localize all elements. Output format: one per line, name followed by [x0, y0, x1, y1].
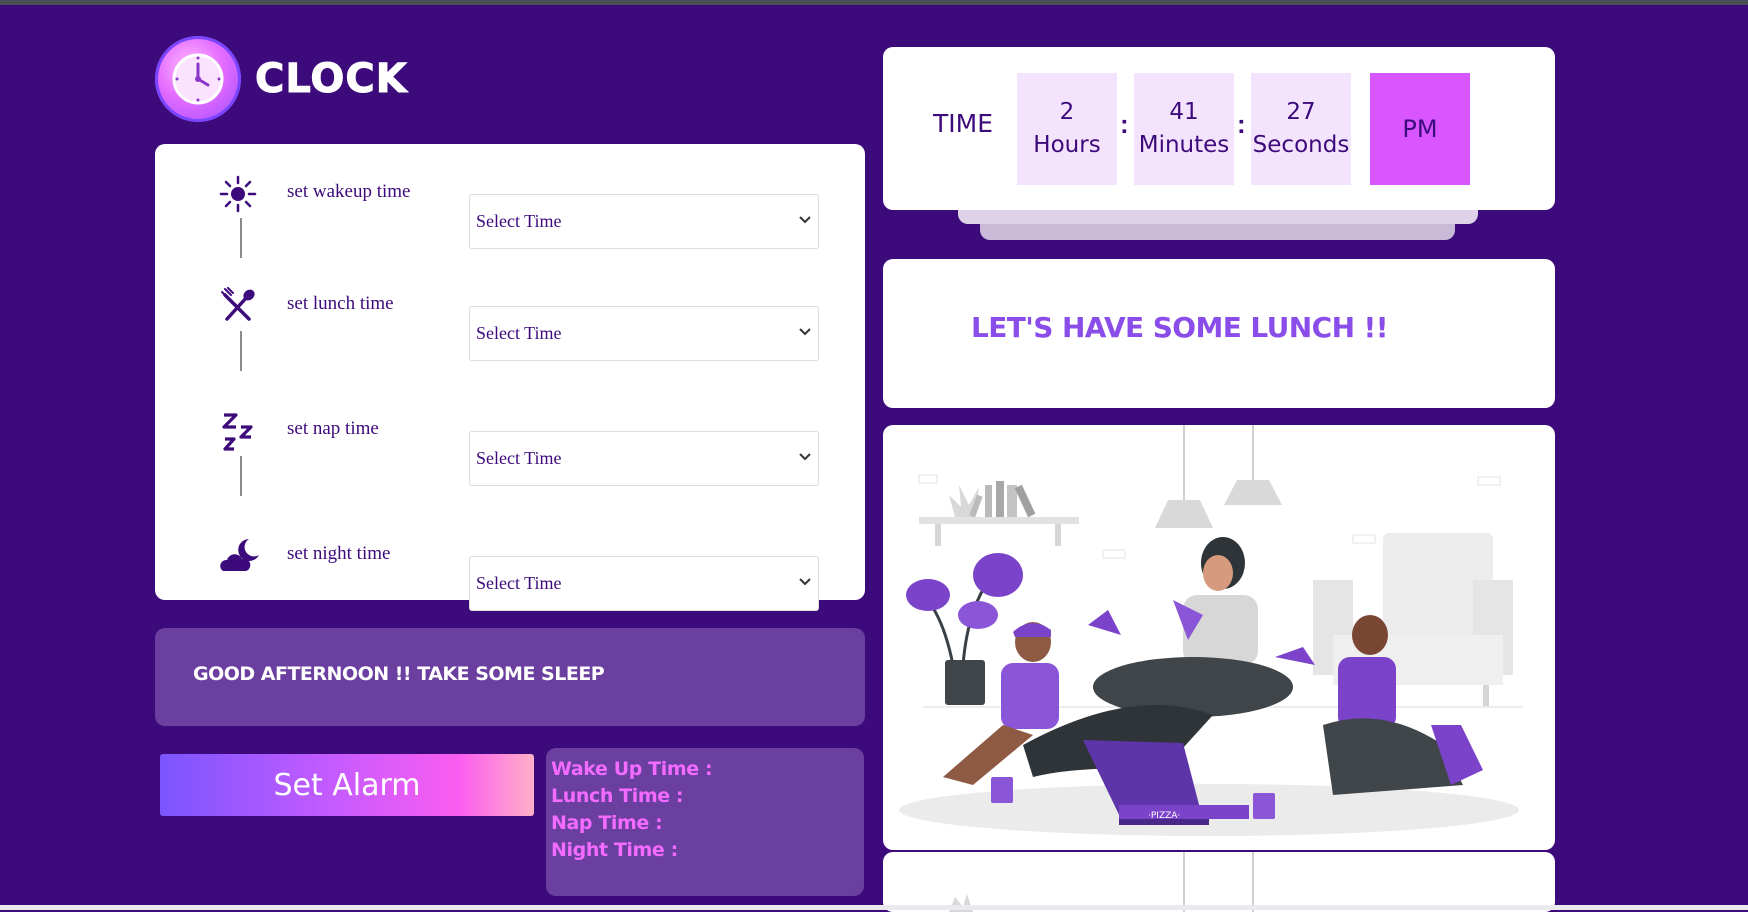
- nap-time-select[interactable]: Select Time: [469, 431, 819, 486]
- seconds-value: 27: [1286, 99, 1316, 125]
- ampm-box: PM: [1370, 73, 1470, 185]
- night-label: set night time: [287, 543, 391, 564]
- greeting-message-card: GOOD AFTERNOON !! TAKE SOME SLEEP: [155, 628, 865, 726]
- time-card: TIME 2 Hours : 41 Minutes : 27 Seconds P…: [883, 47, 1555, 210]
- timeline-connector: [240, 218, 242, 258]
- greeting-message-text: GOOD AFTERNOON !! TAKE SOME SLEEP: [193, 663, 605, 685]
- app-logo: CLOCK: [155, 36, 408, 122]
- minutes-box: 41 Minutes: [1134, 73, 1234, 185]
- lunch-row: set lunch time Select Time: [155, 281, 865, 361]
- chevron-down-icon: [799, 453, 811, 461]
- nap-label: set nap time: [287, 418, 379, 439]
- window-top-border: [0, 0, 1748, 5]
- zzz-icon: [219, 412, 257, 451]
- night-select-value: Select Time: [476, 573, 562, 593]
- fork-spoon-icon: [219, 287, 257, 325]
- chevron-down-icon: [799, 328, 811, 336]
- summary-night: Night Time :: [551, 839, 678, 861]
- summary-wake: Wake Up Time :: [551, 758, 713, 780]
- sun-icon: [219, 175, 257, 213]
- lunch-label: set lunch time: [287, 293, 394, 314]
- hours-box: 2 Hours: [1017, 73, 1117, 185]
- chevron-down-icon: [799, 216, 811, 224]
- timeline-connector: [240, 331, 242, 371]
- moon-cloud-icon: [219, 537, 259, 575]
- wakeup-label: set wakeup time: [287, 181, 411, 202]
- clock-logo-icon: [155, 36, 241, 122]
- window-bottom-border: [0, 905, 1748, 910]
- wakeup-select-value: Select Time: [476, 211, 562, 231]
- hours-value: 2: [1059, 99, 1075, 125]
- nap-select-value: Select Time: [476, 448, 562, 468]
- time-separator: :: [1237, 109, 1246, 139]
- alarm-settings-card: set wakeup time Select Time set lunch ti…: [155, 144, 865, 611]
- summary-nap: Nap Time :: [551, 812, 663, 834]
- lunch-select-value: Select Time: [476, 323, 562, 343]
- nap-row: set nap time Select Time: [155, 406, 865, 486]
- night-row: set night time Select Time: [155, 531, 865, 611]
- activity-card: LET'S HAVE SOME LUNCH !!: [883, 259, 1555, 408]
- minutes-value: 41: [1169, 99, 1199, 125]
- minutes-label: Minutes: [1138, 132, 1230, 158]
- set-alarm-button[interactable]: Set Alarm: [160, 754, 534, 816]
- time-separator: :: [1120, 109, 1129, 139]
- wakeup-row: set wakeup time Select Time: [155, 169, 865, 249]
- chevron-down-icon: [799, 578, 811, 586]
- time-label: TIME: [933, 109, 994, 138]
- lunch-illustration-duplicate: [883, 852, 1555, 912]
- lunch-time-select[interactable]: Select Time: [469, 306, 819, 361]
- wakeup-time-select[interactable]: Select Time: [469, 194, 819, 249]
- night-time-select[interactable]: Select Time: [469, 556, 819, 611]
- seconds-box: 27 Seconds: [1251, 73, 1351, 185]
- pizza-box-label: ·PIZZA·: [1148, 811, 1180, 821]
- seconds-label: Seconds: [1252, 132, 1350, 158]
- summary-lunch: Lunch Time :: [551, 785, 684, 807]
- alarm-summary-card: Wake Up Time : Lunch Time : Nap Time : N…: [546, 748, 864, 896]
- activity-text: LET'S HAVE SOME LUNCH !!: [971, 311, 1389, 344]
- lunch-illustration: ·PIZZA·: [883, 425, 1555, 850]
- app-title: CLOCK: [255, 56, 408, 103]
- timeline-connector: [240, 456, 242, 496]
- hours-label: Hours: [1033, 132, 1101, 158]
